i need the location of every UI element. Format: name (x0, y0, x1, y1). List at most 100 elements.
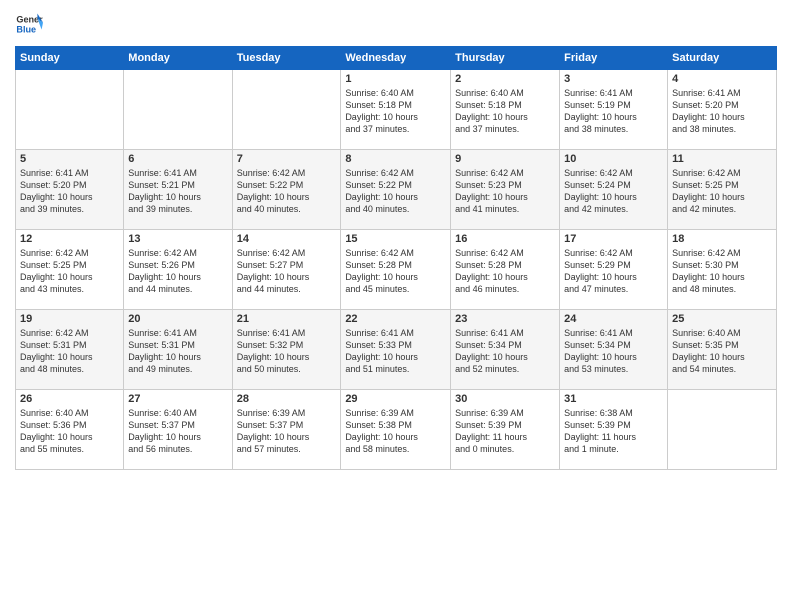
day-info: Sunrise: 6:42 AM Sunset: 5:23 PM Dayligh… (455, 167, 555, 216)
day-number: 31 (564, 393, 663, 405)
day-info: Sunrise: 6:39 AM Sunset: 5:37 PM Dayligh… (237, 407, 337, 456)
calendar-cell: 28 Sunrise: 6:39 AM Sunset: 5:37 PM Dayli… (232, 390, 341, 470)
calendar-week-row: 12 Sunrise: 6:42 AM Sunset: 5:25 PM Dayli… (16, 230, 777, 310)
calendar-cell: 14 Sunrise: 6:42 AM Sunset: 5:27 PM Dayli… (232, 230, 341, 310)
day-number: 16 (455, 233, 555, 245)
calendar-week-row: 19 Sunrise: 6:42 AM Sunset: 5:31 PM Dayli… (16, 310, 777, 390)
calendar-cell: 15Sunrise: 6:42 AM Sunset: 5:28 PM Dayli… (341, 230, 451, 310)
calendar-cell: 10 Sunrise: 6:42 AM Sunset: 5:24 PM Dayli… (560, 150, 668, 230)
logo: General Blue (15, 10, 43, 38)
day-number: 6 (128, 153, 227, 165)
day-number: 1 (345, 73, 446, 85)
weekday-header-sunday: Sunday (16, 47, 124, 70)
calendar-cell: 7 Sunrise: 6:42 AM Sunset: 5:22 PM Daylig… (232, 150, 341, 230)
day-info: Sunrise: 6:39 AM Sunset: 5:38 PM Dayligh… (345, 407, 446, 456)
day-info: Sunrise: 6:38 AM Sunset: 5:39 PM Dayligh… (564, 407, 663, 456)
day-number: 26 (20, 393, 119, 405)
calendar-cell (124, 70, 232, 150)
weekday-header-friday: Friday (560, 47, 668, 70)
day-info: Sunrise: 6:41 AM Sunset: 5:32 PM Dayligh… (237, 327, 337, 376)
day-number: 3 (564, 73, 663, 85)
day-number: 7 (237, 153, 337, 165)
calendar-cell: 1 Sunrise: 6:40 AM Sunset: 5:18 PM Daylig… (341, 70, 451, 150)
calendar-cell: 18 Sunrise: 6:42 AM Sunset: 5:30 PM Dayli… (668, 230, 777, 310)
day-info: Sunrise: 6:41 AM Sunset: 5:20 PM Dayligh… (672, 87, 772, 136)
day-number: 23 (455, 313, 555, 325)
calendar-cell: 25 Sunrise: 6:40 AM Sunset: 5:35 PM Dayli… (668, 310, 777, 390)
logo-icon: General Blue (15, 10, 43, 38)
calendar-cell: 26 Sunrise: 6:40 AM Sunset: 5:36 PM Dayli… (16, 390, 124, 470)
day-info: Sunrise: 6:40 AM Sunset: 5:35 PM Dayligh… (672, 327, 772, 376)
day-number: 15 (345, 233, 446, 245)
day-number: 12 (20, 233, 119, 245)
day-info: Sunrise: 6:42 AM Sunset: 5:24 PM Dayligh… (564, 167, 663, 216)
day-info: Sunrise: 6:41 AM Sunset: 5:34 PM Dayligh… (564, 327, 663, 376)
day-info: Sunrise: 6:40 AM Sunset: 5:36 PM Dayligh… (20, 407, 119, 456)
day-info: Sunrise: 6:41 AM Sunset: 5:20 PM Dayligh… (20, 167, 119, 216)
day-info: Sunrise: 6:42 AM Sunset: 5:29 PM Dayligh… (564, 247, 663, 296)
day-info: Sunrise: 6:40 AM Sunset: 5:18 PM Dayligh… (345, 87, 446, 136)
day-number: 14 (237, 233, 337, 245)
calendar-header-row: SundayMondayTuesdayWednesdayThursdayFrid… (16, 47, 777, 70)
day-number: 24 (564, 313, 663, 325)
calendar-cell: 12 Sunrise: 6:42 AM Sunset: 5:25 PM Dayli… (16, 230, 124, 310)
calendar-cell: 2Sunrise: 6:40 AM Sunset: 5:18 PM Daylig… (451, 70, 560, 150)
day-number: 4 (672, 73, 772, 85)
page-header: General Blue (15, 10, 777, 38)
day-info: Sunrise: 6:42 AM Sunset: 5:28 PM Dayligh… (455, 247, 555, 296)
calendar-cell (668, 390, 777, 470)
day-info: Sunrise: 6:41 AM Sunset: 5:33 PM Dayligh… (345, 327, 446, 376)
calendar-cell: 5Sunrise: 6:41 AM Sunset: 5:20 PM Daylig… (16, 150, 124, 230)
calendar-cell: 16 Sunrise: 6:42 AM Sunset: 5:28 PM Dayli… (451, 230, 560, 310)
day-number: 22 (345, 313, 446, 325)
weekday-header-tuesday: Tuesday (232, 47, 341, 70)
calendar-cell (16, 70, 124, 150)
day-number: 28 (237, 393, 337, 405)
day-number: 9 (455, 153, 555, 165)
day-info: Sunrise: 6:41 AM Sunset: 5:34 PM Dayligh… (455, 327, 555, 376)
calendar-week-row: 5Sunrise: 6:41 AM Sunset: 5:20 PM Daylig… (16, 150, 777, 230)
day-number: 29 (345, 393, 446, 405)
day-info: Sunrise: 6:39 AM Sunset: 5:39 PM Dayligh… (455, 407, 555, 456)
calendar-cell: 22 Sunrise: 6:41 AM Sunset: 5:33 PM Dayli… (341, 310, 451, 390)
calendar-cell: 30Sunrise: 6:39 AM Sunset: 5:39 PM Dayli… (451, 390, 560, 470)
day-info: Sunrise: 6:42 AM Sunset: 5:25 PM Dayligh… (20, 247, 119, 296)
day-number: 27 (128, 393, 227, 405)
calendar-cell: 23 Sunrise: 6:41 AM Sunset: 5:34 PM Dayli… (451, 310, 560, 390)
svg-text:Blue: Blue (16, 24, 36, 34)
calendar-cell: 3 Sunrise: 6:41 AM Sunset: 5:19 PM Daylig… (560, 70, 668, 150)
calendar-cell: 20 Sunrise: 6:41 AM Sunset: 5:31 PM Dayli… (124, 310, 232, 390)
weekday-header-saturday: Saturday (668, 47, 777, 70)
day-info: Sunrise: 6:42 AM Sunset: 5:22 PM Dayligh… (237, 167, 337, 216)
day-number: 19 (20, 313, 119, 325)
day-info: Sunrise: 6:42 AM Sunset: 5:22 PM Dayligh… (345, 167, 446, 216)
day-number: 20 (128, 313, 227, 325)
day-number: 18 (672, 233, 772, 245)
calendar-cell: 24 Sunrise: 6:41 AM Sunset: 5:34 PM Dayli… (560, 310, 668, 390)
calendar-cell: 6 Sunrise: 6:41 AM Sunset: 5:21 PM Daylig… (124, 150, 232, 230)
day-info: Sunrise: 6:42 AM Sunset: 5:26 PM Dayligh… (128, 247, 227, 296)
day-info: Sunrise: 6:41 AM Sunset: 5:19 PM Dayligh… (564, 87, 663, 136)
day-number: 25 (672, 313, 772, 325)
weekday-header-wednesday: Wednesday (341, 47, 451, 70)
calendar-cell: 11Sunrise: 6:42 AM Sunset: 5:25 PM Dayli… (668, 150, 777, 230)
day-number: 2 (455, 73, 555, 85)
calendar-cell: 9 Sunrise: 6:42 AM Sunset: 5:23 PM Daylig… (451, 150, 560, 230)
calendar-cell: 31 Sunrise: 6:38 AM Sunset: 5:39 PM Dayli… (560, 390, 668, 470)
weekday-header-monday: Monday (124, 47, 232, 70)
day-info: Sunrise: 6:41 AM Sunset: 5:21 PM Dayligh… (128, 167, 227, 216)
day-info: Sunrise: 6:42 AM Sunset: 5:27 PM Dayligh… (237, 247, 337, 296)
day-number: 17 (564, 233, 663, 245)
calendar-cell: 17 Sunrise: 6:42 AM Sunset: 5:29 PM Dayli… (560, 230, 668, 310)
calendar-week-row: 1 Sunrise: 6:40 AM Sunset: 5:18 PM Daylig… (16, 70, 777, 150)
day-info: Sunrise: 6:42 AM Sunset: 5:25 PM Dayligh… (672, 167, 772, 216)
day-info: Sunrise: 6:41 AM Sunset: 5:31 PM Dayligh… (128, 327, 227, 376)
calendar-cell: 8 Sunrise: 6:42 AM Sunset: 5:22 PM Daylig… (341, 150, 451, 230)
day-info: Sunrise: 6:42 AM Sunset: 5:30 PM Dayligh… (672, 247, 772, 296)
day-number: 8 (345, 153, 446, 165)
calendar-week-row: 26 Sunrise: 6:40 AM Sunset: 5:36 PM Dayli… (16, 390, 777, 470)
day-info: Sunrise: 6:42 AM Sunset: 5:31 PM Dayligh… (20, 327, 119, 376)
calendar-cell: 29 Sunrise: 6:39 AM Sunset: 5:38 PM Dayli… (341, 390, 451, 470)
calendar-cell: 21Sunrise: 6:41 AM Sunset: 5:32 PM Dayli… (232, 310, 341, 390)
day-number: 10 (564, 153, 663, 165)
